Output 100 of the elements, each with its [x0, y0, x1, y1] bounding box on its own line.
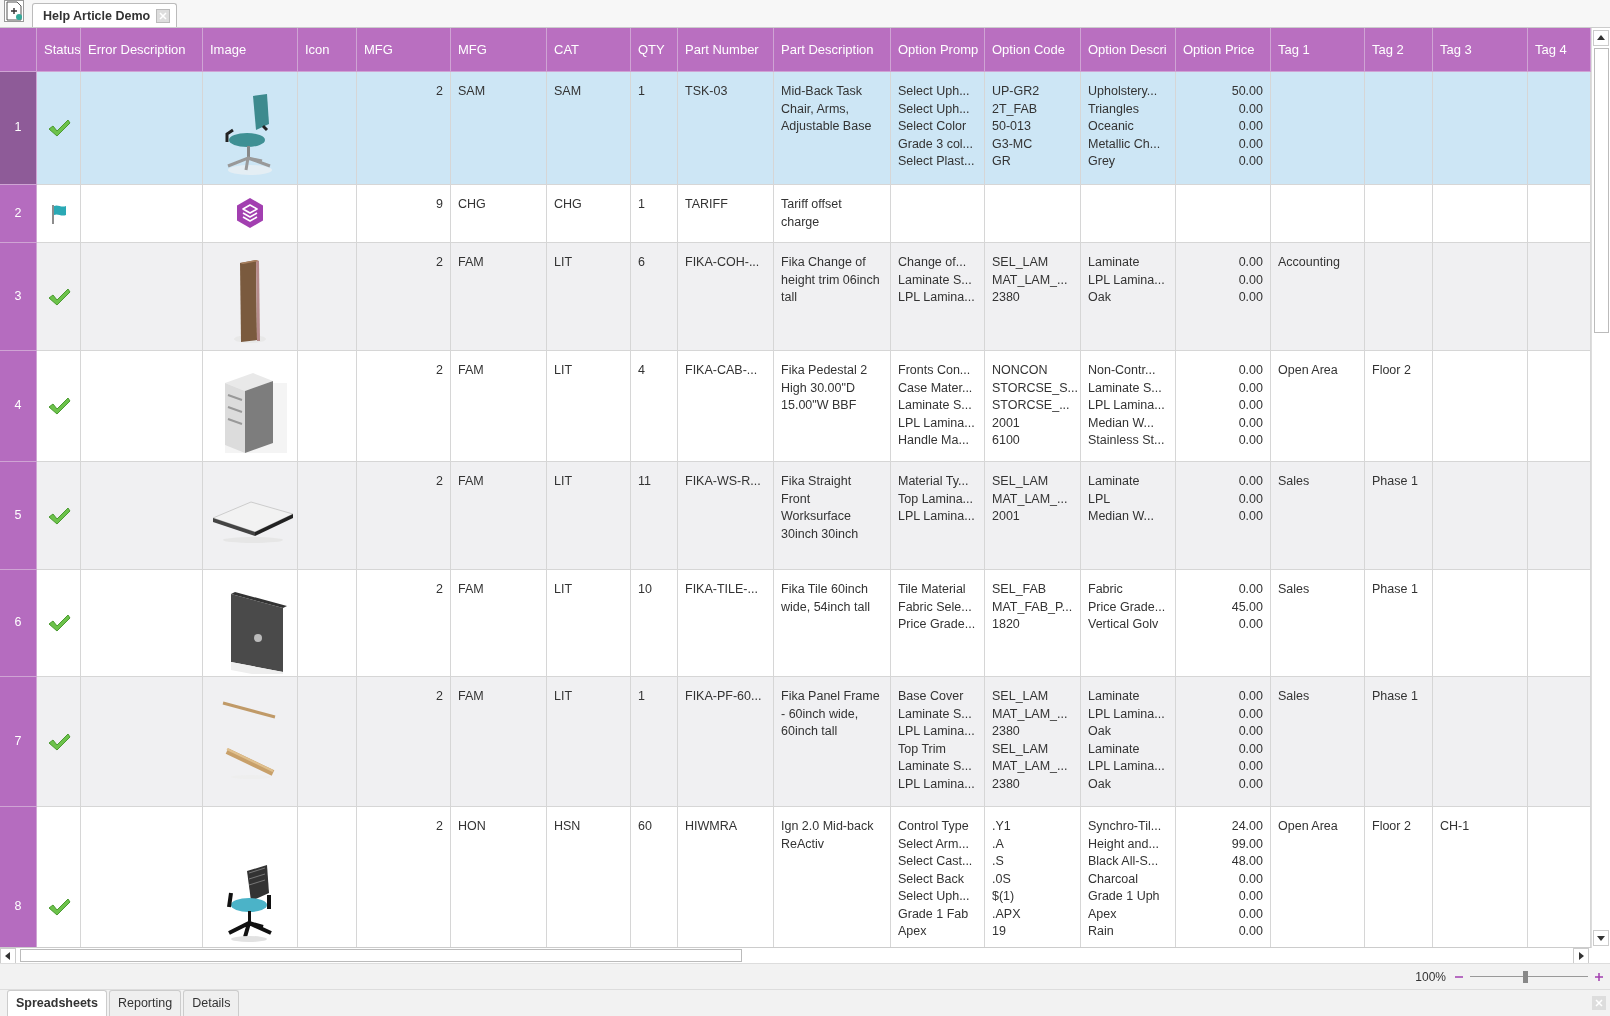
cell-line: 0.00 — [1237, 616, 1263, 633]
cell-line: .APX — [992, 905, 1022, 923]
cell-line: Triangles — [1088, 100, 1140, 118]
cell-line: 0.00 — [1237, 397, 1263, 414]
cell-line: Laminate — [1088, 473, 1141, 490]
cell-line: MAT_LAM_... — [992, 490, 1069, 508]
cell-line: SEL_LAM — [992, 740, 1050, 758]
cell-line: Case Mater... — [898, 379, 974, 397]
scroll-down-icon[interactable] — [1593, 930, 1609, 946]
cell-line: Grade 1 Fab — [898, 905, 970, 923]
cell-line: NONCON — [992, 362, 1049, 379]
cell-line: SEL_LAM — [992, 688, 1050, 705]
cell-line: LPL Lamina... — [1088, 705, 1166, 723]
row-number[interactable]: 1 — [0, 72, 37, 185]
cell-line: STORCSE_... — [992, 397, 1071, 414]
scroll-left-icon[interactable] — [0, 947, 16, 964]
check-icon — [46, 396, 71, 416]
cell-line: 0.00 — [1237, 705, 1263, 723]
new-document-icon[interactable] — [4, 0, 24, 22]
cell-line: 50.00 — [1230, 83, 1263, 100]
sheet-tab[interactable]: Details — [183, 990, 240, 1016]
cell-line: Price Grade... — [898, 616, 977, 633]
cell-line: 0.00 — [1237, 688, 1263, 705]
cell-line: Laminate — [1088, 740, 1141, 758]
cell-line: Non-Contr... — [1088, 362, 1157, 379]
cell-line: 24.00 — [1230, 818, 1263, 835]
cell-line: 0.00 — [1237, 118, 1263, 135]
cell-line: Select Arm... — [898, 835, 970, 853]
cell-line: Height and... — [1088, 835, 1160, 853]
vertical-scrollbar[interactable] — [1591, 28, 1610, 948]
cell-line: Top Lamina... — [898, 490, 975, 508]
corner-cell[interactable] — [0, 28, 37, 72]
cell-line: .0S — [992, 870, 1012, 888]
cell-line: Tile Material — [898, 581, 967, 598]
cell-line: 2380 — [992, 723, 1021, 740]
cell-line: Oceanic — [1088, 118, 1135, 135]
cell-line: LPL Lamina... — [898, 775, 976, 793]
cell-line: 2001 — [992, 414, 1021, 432]
cell-line: Oak — [1088, 723, 1112, 740]
zoom-in-icon[interactable] — [1594, 971, 1604, 982]
close-icon[interactable] — [156, 8, 171, 23]
cell-line: Change of... — [898, 254, 968, 271]
row-number[interactable]: 4 — [0, 351, 37, 462]
cell-line: LPL Lamina... — [898, 289, 976, 306]
cell-line: Laminate S... — [898, 397, 973, 414]
cell-line: MAT_FAB_P... — [992, 598, 1073, 616]
cell-line: 19 — [992, 923, 1007, 940]
cell-line: Upholstery... — [1088, 83, 1159, 100]
row-number[interactable]: 8 — [0, 807, 37, 947]
cell-line: LPL Lamina... — [898, 414, 976, 432]
scroll-right-icon[interactable] — [1573, 947, 1589, 964]
cell-line: 0.00 — [1237, 905, 1263, 923]
cell-line: MAT_LAM_... — [992, 705, 1069, 723]
cell-line: 2001 — [992, 508, 1021, 525]
cell-line: Material Ty... — [898, 473, 970, 490]
cell-line: 0.00 — [1237, 888, 1263, 905]
cell-line: Base Cover — [898, 688, 965, 705]
check-icon — [46, 613, 71, 633]
cell-line: 0.00 — [1237, 271, 1263, 289]
cell-line: Select Back — [898, 870, 965, 888]
scroll-thumb[interactable] — [20, 949, 742, 962]
cell-line: Laminate S... — [898, 758, 973, 775]
cell-line: SEL_FAB — [992, 581, 1048, 598]
cell-line: 0.00 — [1237, 362, 1263, 379]
cell-line: 2380 — [992, 289, 1021, 306]
document-tab[interactable]: Help Article Demo — [32, 3, 178, 27]
cell-line: LPL Lamina... — [898, 508, 976, 525]
row-number[interactable]: 5 — [0, 462, 37, 570]
horizontal-scrollbar[interactable] — [0, 947, 1591, 963]
cell-line: Grade 3 col... — [898, 135, 975, 153]
cell-line: .S — [992, 853, 1005, 870]
scroll-up-icon[interactable] — [1593, 30, 1609, 46]
cell-line: 0.00 — [1237, 508, 1263, 525]
check-icon — [46, 731, 71, 752]
cell-line: 0.00 — [1237, 740, 1263, 758]
cell-line: G3-MC — [992, 135, 1034, 153]
row-number[interactable]: 2 — [0, 185, 37, 243]
cell-line: Metallic Ch... — [1088, 135, 1162, 153]
cell-line: Synchro-Til... — [1088, 818, 1163, 835]
cell-line: Oak — [1088, 289, 1112, 306]
sheet-tab[interactable]: Spreadsheets — [7, 990, 107, 1016]
sheet-tab[interactable]: Reporting — [109, 990, 182, 1016]
cell-line: Laminate S... — [898, 705, 973, 723]
zoom-reading: 100% — [1415, 969, 1446, 984]
cell-line: Grade 1 Uph — [1088, 888, 1161, 905]
cell-line: LPL Lamina... — [1088, 758, 1166, 775]
row-number[interactable]: 3 — [0, 243, 37, 351]
cell-line: Fabric — [1088, 581, 1124, 598]
cell-line: 0.00 — [1237, 490, 1263, 508]
cell-line: Charcoal — [1088, 870, 1140, 888]
cell-line: 0.00 — [1237, 775, 1263, 793]
cell-line: 99.00 — [1230, 835, 1263, 853]
row-number[interactable]: 7 — [0, 677, 37, 807]
row-number[interactable]: 6 — [0, 570, 37, 677]
cell-line: Rain — [1088, 923, 1115, 940]
cell-line: Stainless St... — [1088, 432, 1166, 449]
cell-line: 45.00 — [1230, 598, 1263, 616]
scroll-thumb[interactable] — [1593, 48, 1609, 333]
cell-line: Select Cast... — [898, 853, 974, 870]
cell-line: $(1) — [992, 888, 1016, 905]
